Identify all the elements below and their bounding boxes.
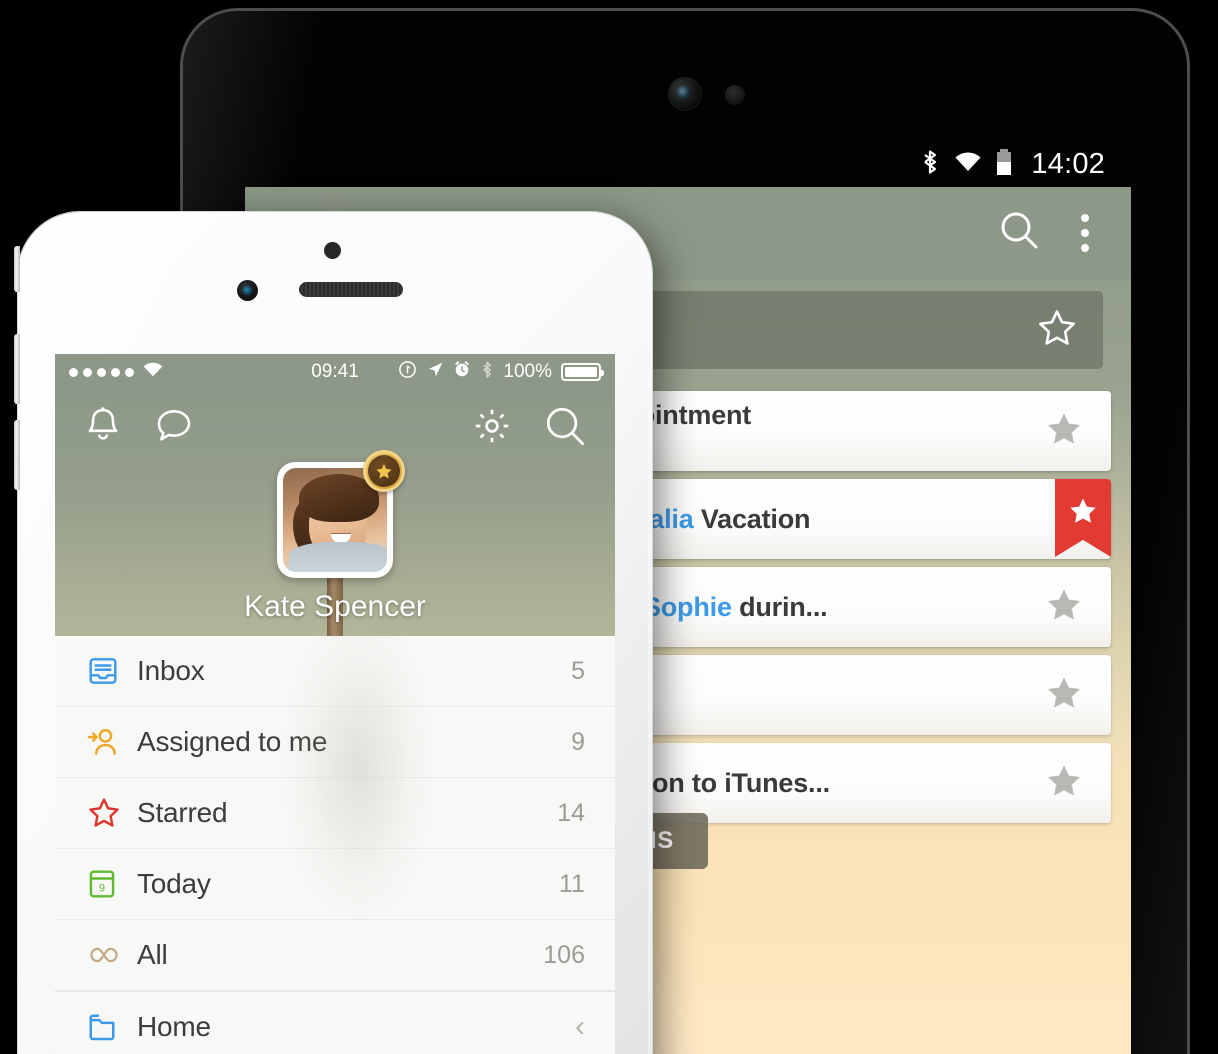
wifi-icon bbox=[953, 150, 983, 179]
iphone-proximity-sensor-icon bbox=[324, 242, 341, 259]
sidebar-item-inbox[interactable]: Inbox 5 bbox=[55, 636, 615, 707]
android-front-camera-icon bbox=[668, 77, 702, 111]
volume-up-button[interactable] bbox=[14, 334, 20, 404]
sidebar-item-count: 11 bbox=[559, 869, 585, 898]
star-icon[interactable] bbox=[1043, 673, 1085, 718]
calendar-icon: 9 bbox=[87, 868, 127, 900]
android-status-bar: 14:02 bbox=[183, 141, 1187, 187]
ios-header-toolbar bbox=[55, 390, 615, 453]
location-icon bbox=[426, 360, 444, 384]
sidebar-item-label: Today bbox=[137, 868, 211, 899]
star-icon bbox=[87, 796, 127, 830]
ios-profile-header: Kate Spencer bbox=[55, 390, 615, 636]
assigned-person-icon bbox=[87, 726, 127, 758]
sidebar-item-home[interactable]: Home ‹ bbox=[55, 991, 615, 1054]
bluetooth-icon bbox=[919, 148, 941, 181]
sidebar-item-count: 5 bbox=[571, 656, 585, 685]
chevron-left-icon[interactable]: ‹ bbox=[575, 1010, 585, 1044]
overflow-menu-icon[interactable] bbox=[1069, 208, 1101, 258]
sidebar-item-all[interactable]: All 106 bbox=[55, 920, 615, 991]
sidebar-item-count: 106 bbox=[543, 940, 585, 969]
sidebar-item-count: 14 bbox=[557, 798, 585, 827]
star-outline-icon[interactable] bbox=[1035, 307, 1079, 354]
iphone-earpiece-speaker bbox=[299, 282, 403, 297]
sidebar-item-starred[interactable]: Starred 14 bbox=[55, 778, 615, 849]
svg-text:9: 9 bbox=[99, 882, 105, 894]
iphone-front-camera-icon bbox=[237, 280, 258, 301]
inbox-icon bbox=[87, 655, 127, 687]
mute-switch-button[interactable] bbox=[14, 246, 20, 292]
star-icon[interactable] bbox=[1043, 585, 1085, 630]
android-proximity-sensor-icon bbox=[725, 85, 745, 105]
bell-icon[interactable] bbox=[83, 405, 123, 452]
sidebar-item-label: Home bbox=[137, 1010, 211, 1042]
battery-percent-label: 100% bbox=[503, 361, 552, 382]
sidebar-item-label: All bbox=[137, 939, 168, 970]
sidebar-item-label: Starred bbox=[137, 797, 228, 828]
starred-ribbon[interactable] bbox=[1055, 479, 1111, 557]
sidebar-nav-list: Inbox 5 Assigned to me 9 Starred 14 9 To… bbox=[55, 636, 615, 1054]
sidebar-item-today[interactable]: 9 Today 11 bbox=[55, 849, 615, 920]
battery-icon bbox=[561, 363, 604, 381]
alarm-icon bbox=[453, 360, 471, 384]
folder-icon bbox=[87, 1012, 127, 1042]
battery-icon bbox=[995, 148, 1013, 181]
avatar[interactable] bbox=[277, 450, 405, 578]
star-icon[interactable] bbox=[1043, 761, 1085, 806]
star-badge-icon bbox=[363, 450, 405, 492]
ios-app-screen: 09:41 100% Kate Spencer Inbox 5 Assigned… bbox=[55, 354, 615, 1054]
sidebar-item-label: Assigned to me bbox=[137, 726, 328, 757]
rotation-lock-icon bbox=[398, 360, 417, 385]
volume-down-button[interactable] bbox=[14, 420, 20, 490]
star-icon[interactable] bbox=[1043, 409, 1085, 454]
infinity-icon bbox=[87, 942, 127, 968]
gear-icon[interactable] bbox=[471, 405, 513, 452]
android-clock: 14:02 bbox=[1031, 147, 1105, 180]
bluetooth-icon bbox=[480, 360, 494, 385]
ios-status-bar: 09:41 100% bbox=[55, 354, 615, 390]
search-icon[interactable] bbox=[543, 404, 587, 453]
page-title: Kate Spencer bbox=[244, 590, 426, 623]
screenshot-stage: 14:02 Add an item... bbox=[0, 0, 1218, 1054]
sidebar-item-label: Inbox bbox=[137, 655, 205, 686]
search-icon[interactable] bbox=[997, 208, 1043, 259]
chat-bubble-icon[interactable] bbox=[153, 405, 195, 452]
sidebar-item-assigned-to-me[interactable]: Assigned to me 9 bbox=[55, 707, 615, 778]
iphone-frame: 09:41 100% Kate Spencer Inbox 5 Assigned… bbox=[14, 212, 652, 1054]
sidebar-item-count: 9 bbox=[571, 727, 585, 756]
